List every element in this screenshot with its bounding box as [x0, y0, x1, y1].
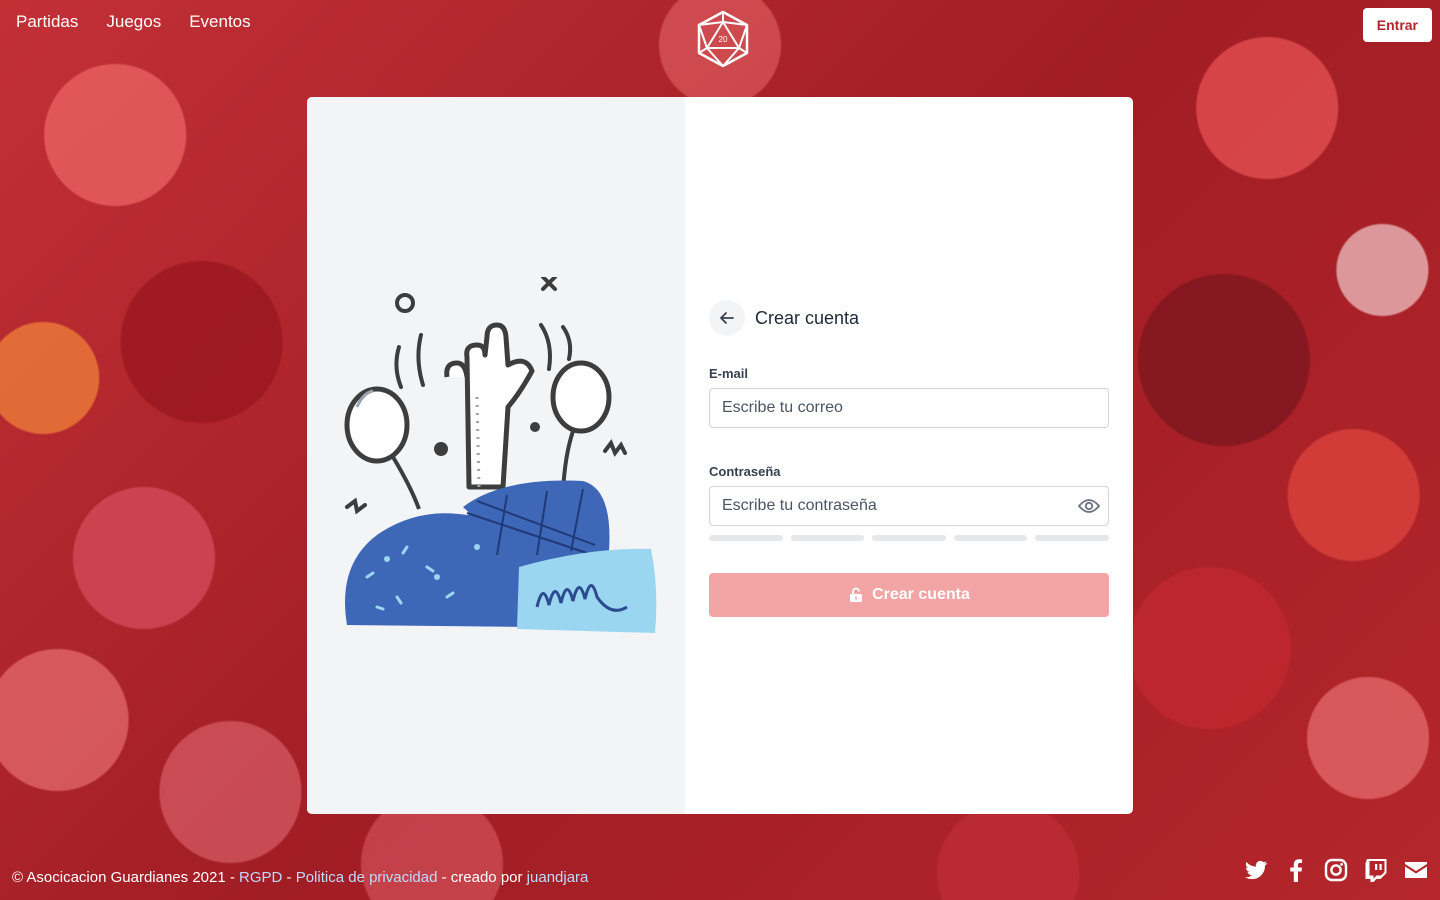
- privacy-policy-link[interactable]: Politica de privacidad: [296, 869, 438, 886]
- twitch-icon[interactable]: [1364, 858, 1388, 882]
- facebook-icon[interactable]: [1284, 858, 1308, 882]
- create-account-label: Crear cuenta: [872, 586, 970, 603]
- password-label: Contraseña: [709, 464, 781, 479]
- social-links: [1244, 858, 1428, 882]
- login-button[interactable]: Entrar: [1362, 8, 1432, 42]
- show-password-button[interactable]: [1077, 494, 1101, 518]
- email-input[interactable]: [709, 388, 1109, 428]
- strength-segment: [709, 535, 783, 541]
- footer-created-by: - creado por: [437, 869, 527, 886]
- nav-link-juegos[interactable]: Juegos: [106, 12, 161, 32]
- nav-link-partidas[interactable]: Partidas: [16, 12, 78, 32]
- unlock-icon: [850, 587, 863, 602]
- signup-form: Crear cuenta E-mail Contraseña: [709, 300, 1109, 617]
- footer-copyright: © Asocicacion Guardianes 2021 -: [12, 869, 240, 886]
- strength-segment: [872, 535, 946, 541]
- eye-icon: [1078, 499, 1100, 513]
- create-account-button[interactable]: Crear cuenta: [709, 573, 1109, 617]
- password-field-group: Contraseña: [709, 464, 1109, 541]
- nav-link-eventos[interactable]: Eventos: [189, 12, 250, 32]
- instagram-icon[interactable]: [1324, 858, 1348, 882]
- arrow-left-icon: [720, 312, 734, 324]
- celebration-hand-balloons-illustration: [344, 277, 657, 633]
- rgpd-link[interactable]: RGPD: [239, 869, 282, 886]
- footer-separator: -: [282, 869, 296, 886]
- strength-segment: [790, 535, 865, 541]
- email-field-group: E-mail: [709, 366, 1109, 428]
- footer: © Asocicacion Guardianes 2021 - RGPD - P…: [12, 869, 588, 886]
- form-header: Crear cuenta: [709, 300, 1109, 336]
- password-strength-meter: [709, 535, 1109, 541]
- top-navbar: Partidas Juegos Eventos 20 Entrar: [0, 0, 1440, 68]
- form-panel: Crear cuenta E-mail Contraseña: [685, 97, 1133, 814]
- email-label: E-mail: [709, 366, 749, 381]
- email-icon[interactable]: [1404, 858, 1428, 882]
- illustration-panel: [307, 97, 685, 814]
- strength-segment: [953, 535, 1028, 541]
- nav-links: Partidas Juegos Eventos: [16, 12, 251, 32]
- password-input[interactable]: [709, 486, 1109, 526]
- back-button[interactable]: [709, 300, 745, 336]
- logo-number: 20: [719, 35, 728, 44]
- form-title: Crear cuenta: [755, 307, 860, 328]
- signup-card: Crear cuenta E-mail Contraseña: [307, 97, 1133, 814]
- strength-segment: [1035, 535, 1109, 541]
- d20-dice-icon[interactable]: 20: [696, 10, 750, 68]
- twitter-icon[interactable]: [1244, 858, 1268, 882]
- author-link[interactable]: juandjara: [527, 869, 589, 886]
